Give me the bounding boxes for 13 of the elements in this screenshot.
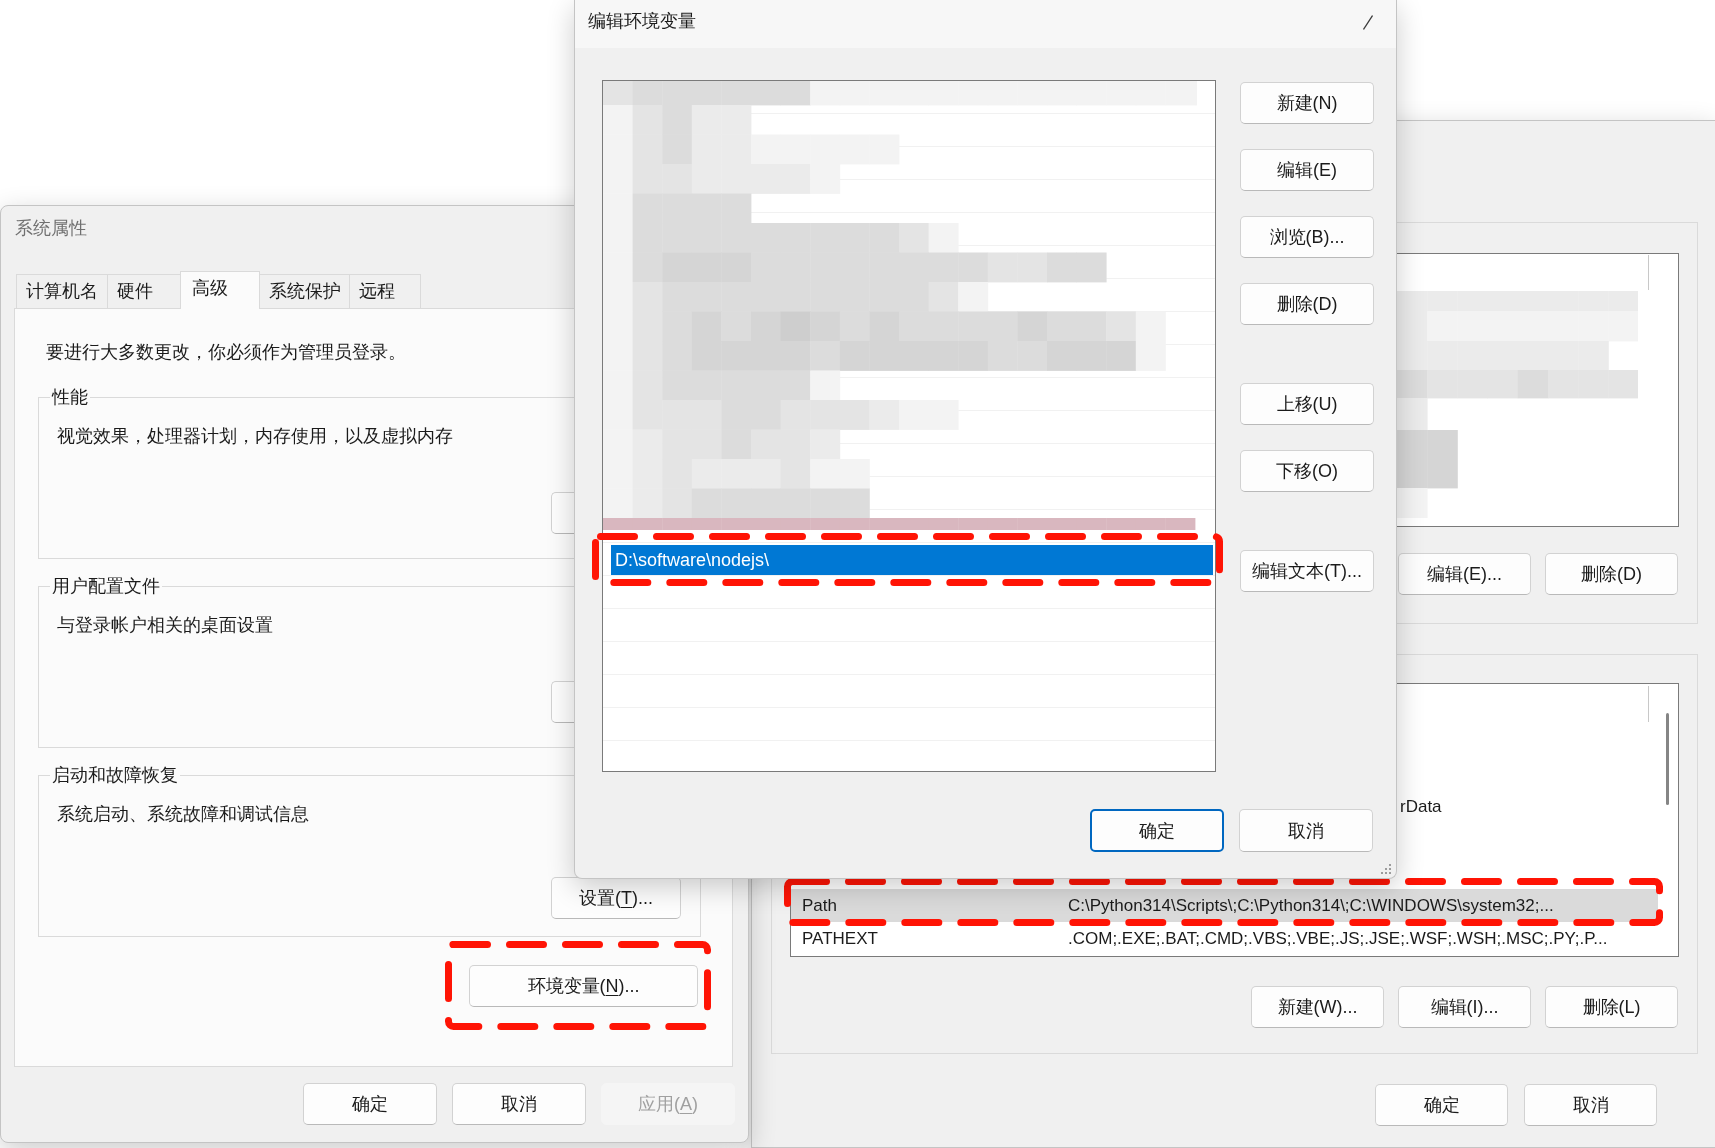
group-description: 视觉效果，处理器计划，内存使用，以及虚拟内存	[57, 425, 453, 448]
table-cell-text: PATHEXT	[801, 927, 879, 950]
table-cell-text: .COM;.EXE;.BAT;.CMD;.VBS;.VBE;.JS;.JSE;.WSF;.WSH;.MSC;.PY;.P...	[1068, 927, 1608, 950]
group-title: 启动和故障恢复	[51, 764, 179, 787]
window-title: 系统属性	[15, 217, 87, 240]
group-description: 系统启动、系统故障和调试信息	[57, 803, 309, 826]
notice-text: 要进行大多数更改，你必须作为管理员登录。	[46, 341, 406, 364]
group-title: 性能	[50, 386, 89, 409]
window-title: 编辑环境变量	[588, 10, 696, 33]
table-cell-text: C:\Python314\Scripts\;C:\Python314\;C:\WINDOWS\system32;...	[1068, 894, 1554, 917]
group-description: 与登录帐户相关的桌面设置	[57, 614, 273, 637]
group-title: 用户配置文件	[51, 575, 161, 598]
table-cell-text: Path	[801, 894, 838, 917]
